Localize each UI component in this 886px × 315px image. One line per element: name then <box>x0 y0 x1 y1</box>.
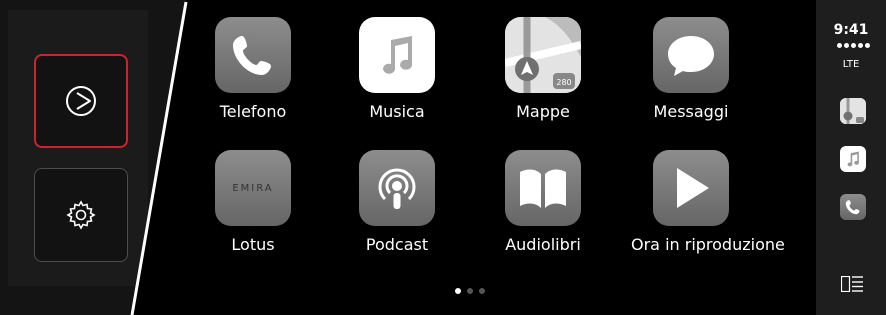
phone-icon <box>215 17 291 93</box>
clock: 9:41 <box>833 22 869 38</box>
app-messaggi[interactable]: Messaggi <box>631 17 751 121</box>
app-telefono[interactable]: Telefono <box>193 17 313 121</box>
maps-icon: 280 <box>505 17 581 93</box>
page-dot <box>455 288 461 294</box>
page-indicator <box>455 288 485 294</box>
app-label: Musica <box>369 102 425 121</box>
settings-button[interactable] <box>34 168 128 262</box>
lotus-logo-text: EMIRA <box>232 182 274 194</box>
status-bar: 9:41 LTE <box>816 0 886 315</box>
layout-switch-icon[interactable] <box>840 275 863 296</box>
side-panel <box>0 0 186 315</box>
app-label: Telefono <box>219 102 287 121</box>
lotus-icon: EMIRA <box>215 150 291 226</box>
app-label: Ora in riproduzione <box>631 235 785 254</box>
page-dot <box>467 288 473 294</box>
play-button[interactable] <box>34 54 128 148</box>
recent-music-icon[interactable] <box>840 146 866 172</box>
app-musica[interactable]: Musica <box>337 17 457 121</box>
app-label: Messaggi <box>653 102 729 121</box>
app-label: Audiolibri <box>505 235 581 254</box>
app-podcast[interactable]: Podcast <box>337 150 457 254</box>
app-mappe[interactable]: 280 Mappe <box>483 17 603 121</box>
app-now-playing[interactable]: Ora in riproduzione <box>631 150 785 254</box>
app-audiolibri[interactable]: Audiolibri <box>483 150 603 254</box>
app-lotus[interactable]: EMIRA Lotus <box>193 150 313 254</box>
now-playing-icon <box>653 150 729 226</box>
podcast-icon <box>359 150 435 226</box>
recent-maps-icon[interactable] <box>840 98 866 124</box>
audiobooks-icon <box>505 150 581 226</box>
svg-text:280: 280 <box>556 78 571 87</box>
signal-icon <box>837 43 870 48</box>
play-circle-icon <box>66 86 96 116</box>
network-label: LTE <box>842 59 860 70</box>
gear-icon <box>66 200 96 230</box>
music-icon <box>359 17 435 93</box>
messages-icon <box>653 17 729 93</box>
app-label: Mappe <box>516 102 570 121</box>
page-dot <box>479 288 485 294</box>
recent-phone-icon[interactable] <box>840 194 866 220</box>
app-label: Podcast <box>365 235 429 254</box>
app-label: Lotus <box>231 235 275 254</box>
